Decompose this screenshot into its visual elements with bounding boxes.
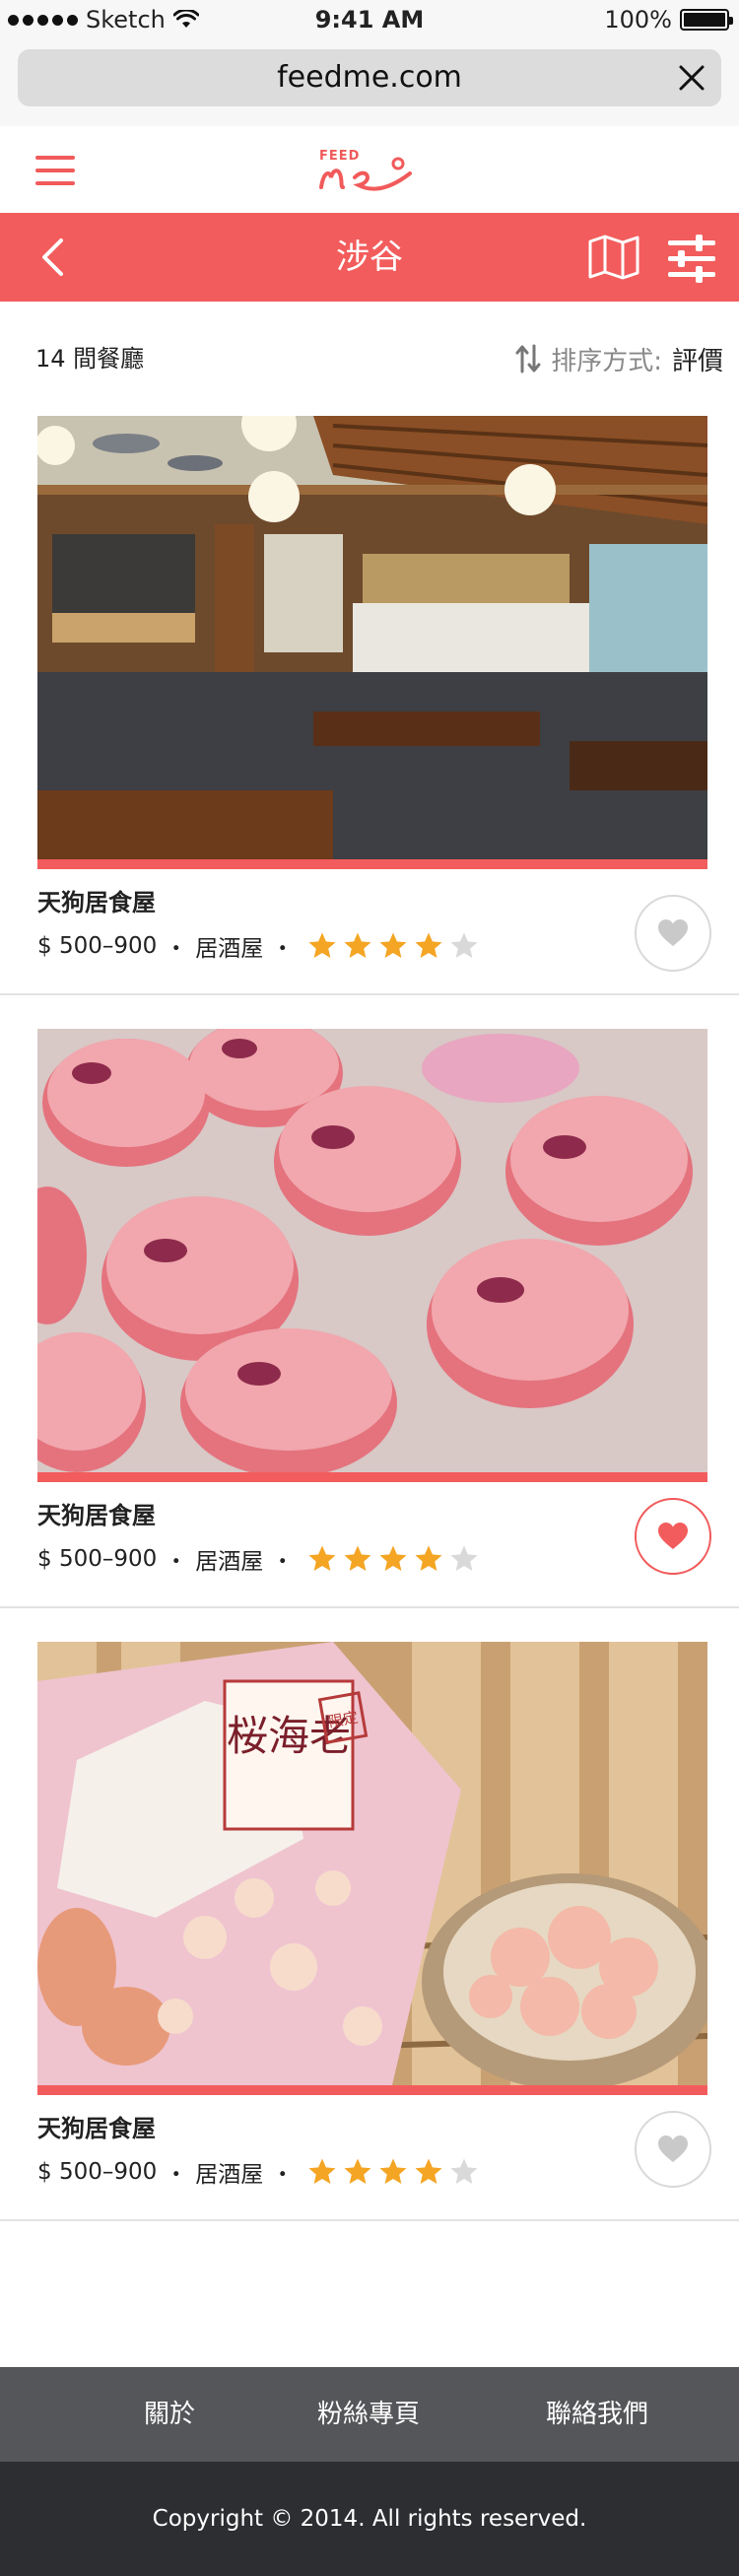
close-icon[interactable]	[676, 62, 707, 94]
price-range: $ 500–900	[37, 1546, 158, 1572]
category: 居酒屋	[195, 1549, 264, 1575]
filter-icon[interactable]	[666, 233, 717, 284]
card-accent-bar	[37, 1472, 707, 1482]
star-icon	[415, 932, 442, 958]
star-icon	[415, 1545, 442, 1571]
nav-bar: 涉谷	[0, 213, 739, 302]
rating-stars	[307, 1544, 479, 1574]
copyright: Copyright © 2014. All rights reserved.	[0, 2462, 739, 2576]
menu-icon[interactable]	[35, 156, 75, 185]
restaurant-photo[interactable]	[37, 1029, 707, 1472]
price-range: $ 500–900	[37, 933, 158, 959]
battery-percent: 100%	[604, 6, 672, 34]
restaurant-card[interactable]: 天狗居食屋 $ 500–900 ・ 居酒屋 ・	[0, 1029, 739, 1608]
separator-dot: ・	[165, 2162, 188, 2188]
restaurant-meta: $ 500–900 ・ 居酒屋 ・	[37, 928, 479, 964]
map-icon[interactable]	[587, 235, 640, 280]
restaurant-meta: $ 500–900 ・ 居酒屋 ・	[37, 1541, 479, 1577]
star-icon	[379, 2158, 407, 2184]
feedme-logo[interactable]: FEED	[315, 144, 424, 197]
rating-stars	[307, 931, 479, 961]
restaurant-name[interactable]: 天狗居食屋	[37, 1498, 156, 1533]
star-icon	[308, 932, 336, 958]
favorite-button[interactable]	[635, 895, 711, 972]
separator-dot: ・	[271, 1549, 295, 1575]
separator-dot: ・	[165, 936, 188, 962]
heart-icon	[658, 2135, 688, 2162]
star-icon	[308, 2158, 336, 2184]
footer-link-about[interactable]: 關於	[144, 2367, 195, 2462]
star-icon	[344, 932, 371, 958]
star-icon	[379, 1545, 407, 1571]
favorite-button[interactable]	[635, 2111, 711, 2188]
footer-link-contact[interactable]: 聯絡我們	[546, 2367, 648, 2462]
restaurant-name[interactable]: 天狗居食屋	[37, 2111, 156, 2146]
sort-control[interactable]: 排序方式: 評價	[515, 339, 723, 378]
restaurant-photo[interactable]: 桜海老 限定	[37, 1642, 707, 2085]
footer-link-fanpage[interactable]: 粉絲專頁	[317, 2367, 420, 2462]
browser-chrome: feedme.com	[0, 39, 739, 126]
category: 居酒屋	[195, 2162, 264, 2188]
heart-icon	[658, 1523, 688, 1549]
favorite-button[interactable]	[635, 1498, 711, 1575]
footer-nav: 關於 粉絲專頁 聯絡我們	[0, 2367, 739, 2462]
rating-stars	[307, 2157, 479, 2187]
status-right: 100%	[604, 4, 733, 35]
separator-dot: ・	[271, 2162, 295, 2188]
app-header: FEED	[0, 126, 739, 213]
address-bar[interactable]: feedme.com	[18, 49, 721, 106]
restaurant-card[interactable]: 桜海老 限定 天狗居食屋 $ 500–900 ・ 居酒屋 ・	[0, 1642, 739, 2221]
price-range: $ 500–900	[37, 2159, 158, 2185]
url-text[interactable]: feedme.com	[18, 49, 721, 106]
sort-value[interactable]: 評價	[672, 341, 723, 377]
star-icon	[415, 2158, 442, 2184]
restaurant-count: 14 間餐廳	[35, 345, 145, 373]
logo-text-top: FEED	[319, 149, 360, 164]
category: 居酒屋	[195, 936, 264, 962]
card-accent-bar	[37, 2085, 707, 2095]
star-icon	[344, 1545, 371, 1571]
heart-icon	[658, 919, 688, 946]
separator-dot: ・	[271, 936, 295, 962]
separator-dot: ・	[165, 1549, 188, 1575]
restaurant-photo[interactable]	[37, 416, 707, 859]
star-icon	[450, 1545, 478, 1571]
status-bar: Sketch 9:41 AM 100%	[0, 0, 739, 39]
restaurant-card[interactable]: 天狗居食屋 $ 500–900 ・ 居酒屋 ・	[0, 416, 739, 995]
star-icon	[308, 1545, 336, 1571]
card-accent-bar	[37, 859, 707, 869]
battery-icon	[680, 9, 733, 31]
sort-label: 排序方式:	[551, 346, 662, 376]
star-icon	[379, 932, 407, 958]
restaurant-name[interactable]: 天狗居食屋	[37, 885, 156, 920]
restaurant-meta: $ 500–900 ・ 居酒屋 ・	[37, 2154, 479, 2190]
star-icon	[450, 2158, 478, 2184]
star-icon	[450, 932, 478, 958]
star-icon	[344, 2158, 371, 2184]
sort-icon	[515, 344, 541, 373]
